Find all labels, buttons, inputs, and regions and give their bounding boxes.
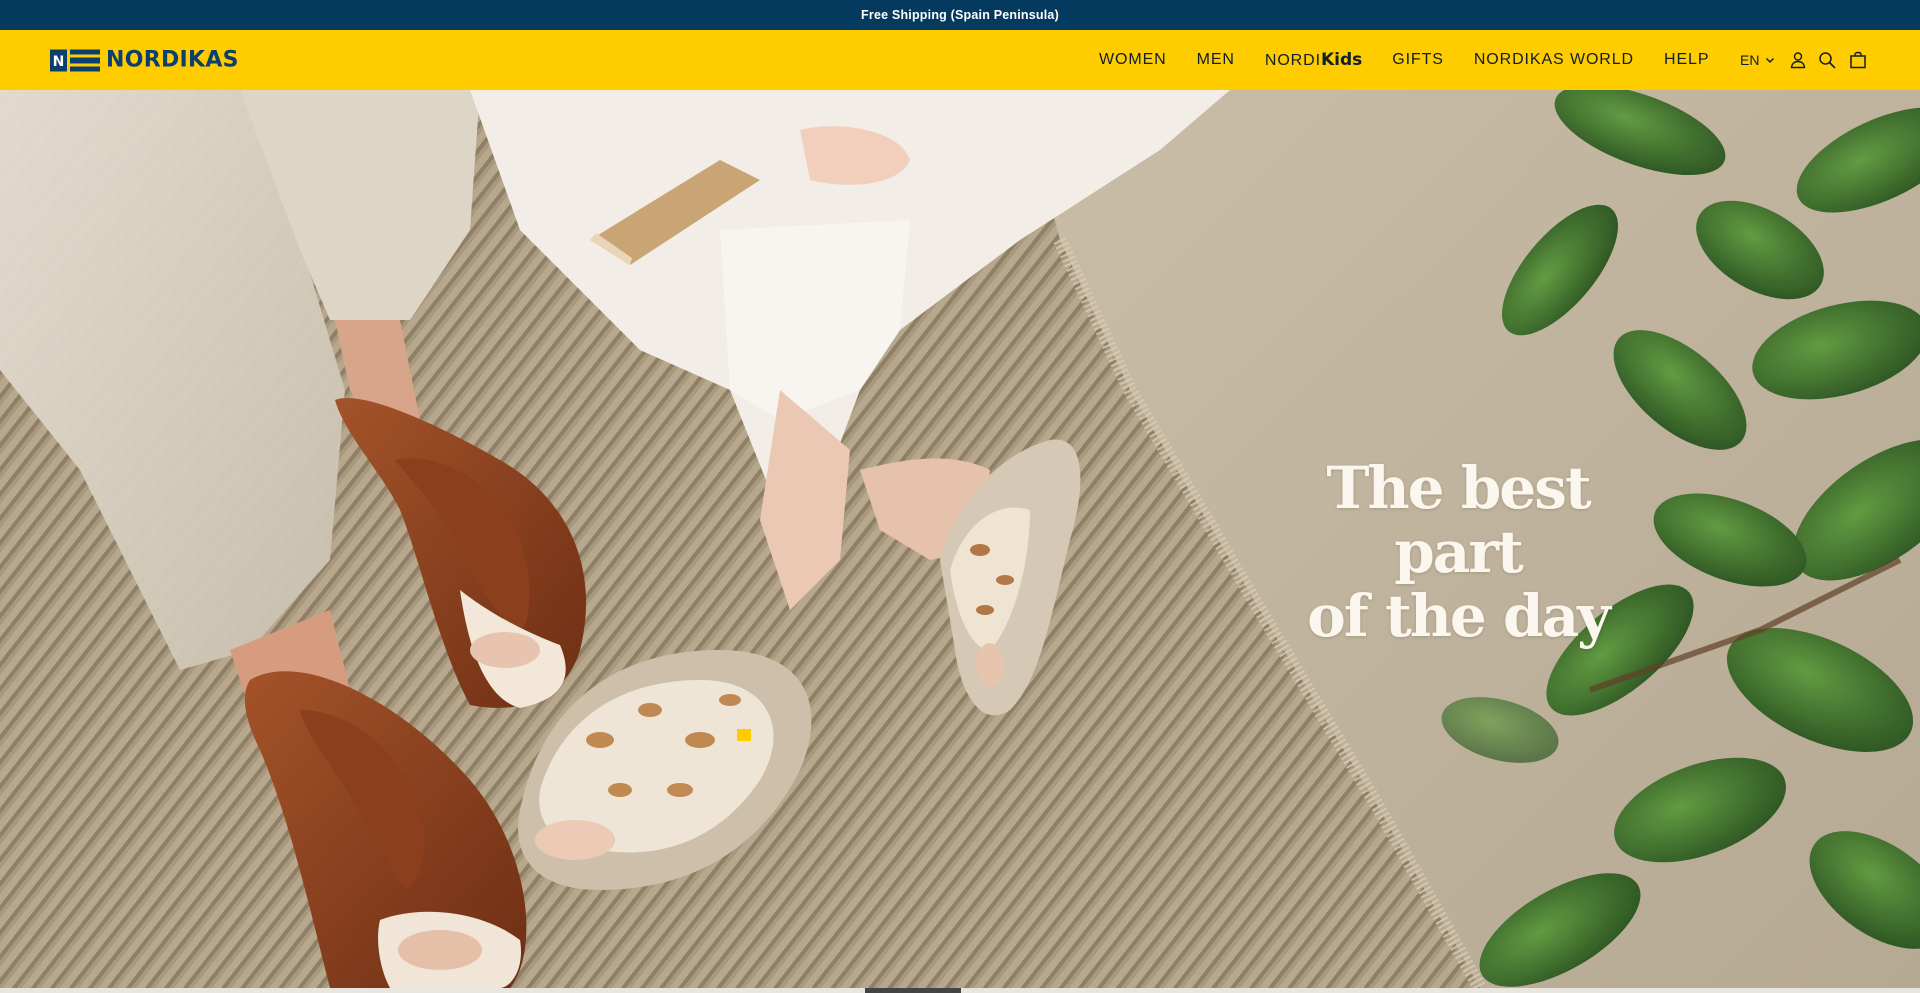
announcement-text: Free Shipping (Spain Peninsula) bbox=[861, 8, 1059, 22]
slide-indicator-active[interactable] bbox=[865, 988, 961, 993]
announcement-bar: Free Shipping (Spain Peninsula) bbox=[0, 0, 1920, 30]
nav-nordikids-prefix: NORDI bbox=[1264, 52, 1321, 69]
hero-title-line-2: of the day bbox=[1307, 582, 1611, 650]
language-selector[interactable]: EN bbox=[1740, 52, 1775, 68]
nav-help[interactable]: HELP bbox=[1664, 51, 1709, 69]
mens-slipper-lower bbox=[244, 671, 527, 988]
chevron-down-icon bbox=[1766, 57, 1775, 64]
search-icon[interactable] bbox=[1818, 51, 1836, 69]
site-header: N NORDIKAS WOMEN MEN NORDI Kids GIFTS NOR… bbox=[0, 30, 1920, 90]
nav-nordikas-world[interactable]: NORDIKAS WORLD bbox=[1474, 51, 1634, 69]
cart-icon[interactable] bbox=[1849, 51, 1867, 69]
svg-text:N: N bbox=[53, 54, 65, 70]
nordikas-logo[interactable]: N NORDIKAS bbox=[50, 48, 239, 73]
hero-banner[interactable]: The best part of the day bbox=[0, 90, 1920, 988]
hero-title-line-1: The best part bbox=[1326, 454, 1591, 586]
logo-mark-icon: N bbox=[50, 49, 100, 71]
logo-text: NORDIKAS bbox=[106, 47, 239, 73]
nav-men[interactable]: MEN bbox=[1197, 51, 1235, 69]
nav-women[interactable]: WOMEN bbox=[1099, 51, 1167, 69]
mens-slipper-upper bbox=[335, 398, 587, 708]
language-label: EN bbox=[1740, 52, 1760, 68]
header-utilities: EN bbox=[1740, 30, 1867, 90]
hero-title: The best part of the day bbox=[1258, 456, 1658, 648]
womens-slipper-front bbox=[518, 650, 812, 890]
account-icon[interactable] bbox=[1789, 51, 1807, 69]
nav-nordikids-suffix: Kids bbox=[1320, 50, 1363, 70]
slide-progress-track bbox=[0, 988, 1920, 993]
nav-gifts[interactable]: GIFTS bbox=[1392, 51, 1444, 69]
nav-nordikids[interactable]: NORDI Kids bbox=[1265, 50, 1362, 70]
main-nav: WOMEN MEN NORDI Kids GIFTS NORDIKAS WORLD… bbox=[1099, 30, 1709, 90]
